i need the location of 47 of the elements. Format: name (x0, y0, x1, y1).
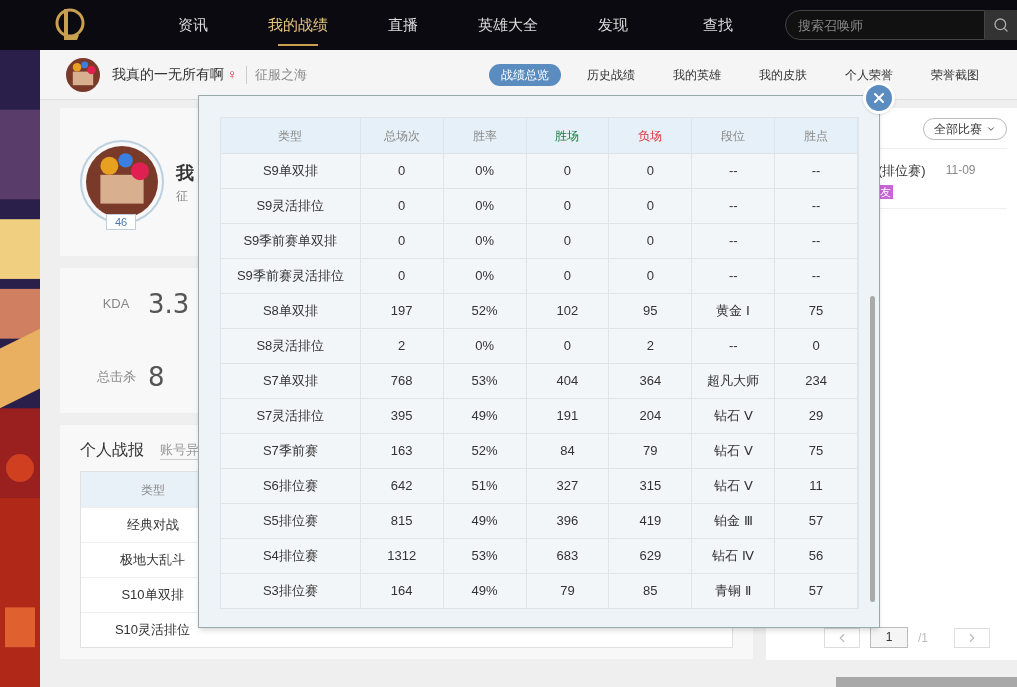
table-cell: 85 (609, 574, 693, 608)
table-cell: 57 (775, 574, 859, 608)
nav-link[interactable]: 英雄大全 (477, 13, 538, 37)
player-name: 我 (176, 161, 194, 185)
table-cell: S3排位赛 (221, 574, 361, 608)
match-date: 11-09 (945, 162, 976, 179)
avatar-icon (66, 57, 100, 92)
table-cell: 青铜 Ⅱ (692, 574, 776, 608)
table-cell: 79 (526, 574, 610, 608)
previous-page-button[interactable] (824, 627, 860, 648)
page-field[interactable]: 1 (870, 627, 908, 648)
close-icon (871, 90, 887, 106)
username: 我真的一无所有啊 (112, 65, 224, 84)
stat-value: 8 (148, 360, 165, 394)
table-cell: 49% (443, 574, 527, 608)
tab[interactable]: 荣誉截图 (919, 63, 991, 86)
gender-symbol: ♀ (227, 65, 238, 84)
nav-link[interactable]: 直播 (387, 13, 418, 37)
table-cell-text: 极地大乱斗 (119, 551, 186, 570)
table-cell-text: S10单双排 (120, 586, 185, 605)
tab[interactable]: 我的英雄 (661, 63, 733, 86)
search-button[interactable] (985, 10, 1017, 40)
tab[interactable]: 个人荣誉 (833, 63, 905, 86)
table-cell-text: 经典对战 (125, 516, 180, 535)
avatar-icon (86, 146, 158, 218)
tab[interactable]: 战绩总览 (489, 63, 561, 86)
nav-link[interactable]: 查找 (702, 13, 733, 37)
nav-link[interactable]: 资讯 (177, 13, 208, 37)
stat-label: KDA (101, 295, 131, 314)
page-total: /1 (918, 629, 929, 647)
table-cell-text: S10灵活排位 (113, 621, 192, 640)
active-indicator (277, 43, 318, 46)
tab[interactable]: 我的皮肤 (747, 63, 819, 86)
caret-icon (986, 124, 996, 134)
tab[interactable]: 历史战绩 (575, 63, 647, 86)
section-title: 个人战报 (80, 440, 144, 460)
server-name: 征 (176, 187, 189, 205)
nav-link[interactable]: 发现 (597, 13, 628, 37)
stat-label: 总击杀 (95, 368, 137, 387)
table-cell: 164 (360, 574, 444, 608)
stat-value: 3.3 (148, 287, 190, 321)
search-field[interactable]: 搜索召唤师 (785, 10, 985, 40)
level-badge: 46 (106, 214, 137, 230)
column-header: 类型 (139, 481, 166, 499)
server-name: 征服之海 (254, 65, 307, 84)
nav-link[interactable]: 我的战绩 (267, 13, 328, 37)
search-icon (993, 17, 1009, 33)
